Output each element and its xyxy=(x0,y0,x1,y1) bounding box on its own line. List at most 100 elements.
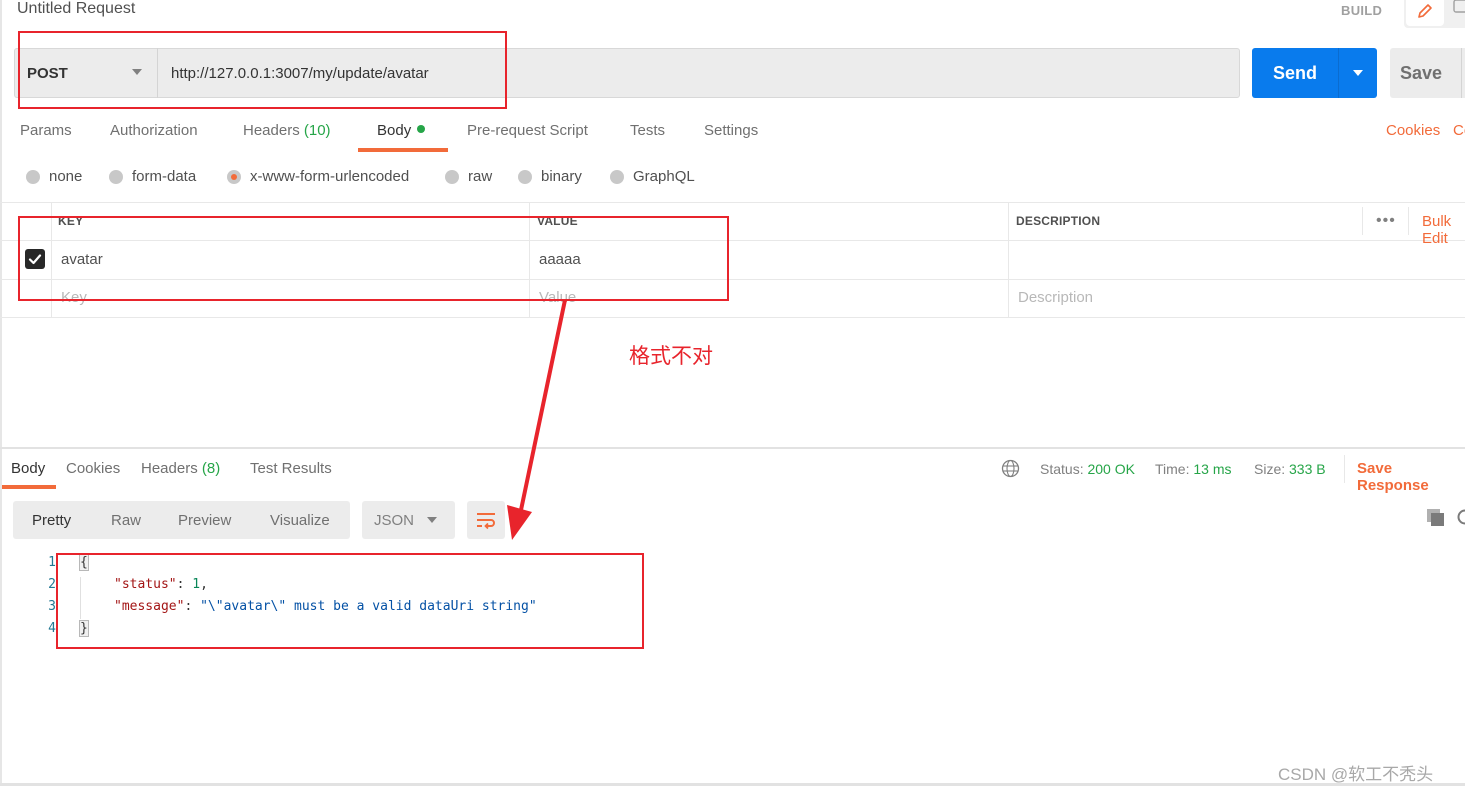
pencil-icon xyxy=(1418,4,1432,18)
active-tab-underline xyxy=(358,148,448,152)
line-number: 3 xyxy=(48,599,56,614)
tab-label: Params xyxy=(20,122,72,139)
radio-circle-selected xyxy=(227,169,241,184)
build-mode-label: BUILD xyxy=(1341,3,1383,18)
comment-mode-button[interactable] xyxy=(1452,0,1465,22)
column-divider xyxy=(1362,207,1363,235)
annotation-box-response xyxy=(56,553,644,649)
wrap-lines-icon xyxy=(477,513,495,530)
chevron-down-icon xyxy=(1353,70,1363,76)
radio-label: form-data xyxy=(132,168,197,185)
line-number: 2 xyxy=(48,577,56,592)
headers-count: (10) xyxy=(303,122,331,139)
radio-label: GraphQL xyxy=(633,168,695,185)
tab-headers[interactable]: Headers (10) xyxy=(243,122,331,139)
line-number: 4 xyxy=(48,621,56,636)
bottom-border xyxy=(0,783,1465,786)
line-number: 1 xyxy=(48,555,56,570)
time-value: 13 ms xyxy=(1193,461,1232,477)
response-time: Time: 13 ms xyxy=(1155,461,1232,477)
tab-pre-request-script[interactable]: Pre-request Script xyxy=(467,122,588,139)
radio-label: none xyxy=(49,168,83,185)
tab-label: Cookies xyxy=(66,460,121,477)
radio-circle xyxy=(26,169,40,184)
tab-label: Body xyxy=(11,460,46,477)
comment-icon xyxy=(1453,0,1465,13)
watermark: CSDN @软工不秃头 xyxy=(1278,765,1434,784)
headers-count: (8) xyxy=(201,460,221,477)
format-select[interactable]: JSON xyxy=(362,501,455,539)
radio-circle xyxy=(109,169,123,184)
view-preview-button[interactable]: Preview xyxy=(178,501,231,539)
response-tab-headers[interactable]: Headers (8) xyxy=(141,460,220,477)
annotation-box-params xyxy=(18,216,729,301)
new-description-input[interactable]: Description xyxy=(1018,289,1093,306)
send-options-button[interactable] xyxy=(1339,48,1377,98)
tab-label: Tests xyxy=(630,122,666,139)
radio-none[interactable]: none xyxy=(26,168,82,185)
radio-label: binary xyxy=(541,168,582,185)
active-tab-underline xyxy=(2,485,56,489)
view-raw-button[interactable]: Raw xyxy=(111,501,141,539)
search-icon[interactable] xyxy=(1456,508,1465,531)
tab-tests[interactable]: Tests xyxy=(630,122,665,139)
radio-circle xyxy=(518,169,532,184)
chevron-down-icon xyxy=(427,517,437,523)
tab-label: Headers xyxy=(141,460,198,477)
tab-label: Pre-request Script xyxy=(467,122,588,139)
tab-settings[interactable]: Settings xyxy=(704,122,758,139)
response-tab-cookies[interactable]: Cookies xyxy=(66,460,120,477)
wrap-lines-button[interactable] xyxy=(467,501,505,539)
response-status: Status: 200 OK xyxy=(1040,461,1135,477)
globe-icon[interactable] xyxy=(1001,459,1020,481)
copy-icon[interactable] xyxy=(1426,508,1446,531)
radio-circle xyxy=(610,169,624,184)
radio-label: raw xyxy=(468,168,493,185)
status-value: 200 OK xyxy=(1087,461,1135,477)
more-options-button[interactable]: ••• xyxy=(1376,212,1396,230)
tab-label: Test Results xyxy=(250,460,332,477)
tab-body[interactable]: Body xyxy=(377,122,426,139)
response-tab-test-results[interactable]: Test Results xyxy=(250,460,332,477)
view-pretty-button[interactable]: Pretty xyxy=(32,501,71,539)
annotation-arrow-icon xyxy=(507,299,567,540)
column-divider xyxy=(1408,207,1409,235)
send-button[interactable]: Send xyxy=(1252,48,1338,98)
format-value: JSON xyxy=(374,511,415,529)
radio-form-data[interactable]: form-data xyxy=(109,168,196,185)
column-divider xyxy=(1008,202,1009,317)
tab-label: Authorization xyxy=(110,122,198,139)
response-tab-body[interactable]: Body xyxy=(11,460,45,477)
status-label: Status: xyxy=(1040,461,1084,477)
left-border xyxy=(0,0,2,785)
size-label: Size: xyxy=(1254,461,1286,477)
table-top-border xyxy=(0,202,1465,203)
radio-graphql[interactable]: GraphQL xyxy=(610,168,695,185)
column-header-description: DESCRIPTION xyxy=(1016,214,1101,228)
radio-label: x-www-form-urlencoded xyxy=(250,168,410,185)
code-link[interactable]: Code xyxy=(1453,122,1465,139)
tab-label: Headers xyxy=(243,122,300,139)
request-title[interactable]: Untitled Request xyxy=(17,0,135,18)
save-divider xyxy=(1461,48,1462,98)
bulk-edit-link[interactable]: Bulk Edit xyxy=(1422,213,1465,247)
save-response-button[interactable]: Save Response xyxy=(1357,460,1465,494)
annotation-note: 格式不对 xyxy=(629,345,713,368)
radio-binary[interactable]: binary xyxy=(518,168,582,185)
view-visualize-button[interactable]: Visualize xyxy=(270,501,330,539)
save-button[interactable]: Save xyxy=(1390,48,1465,98)
annotation-box-url xyxy=(18,31,507,109)
response-size: Size: 333 B xyxy=(1254,461,1326,477)
table-bottom-border xyxy=(0,317,1465,318)
edit-mode-button[interactable] xyxy=(1406,0,1444,26)
radio-x-www-form-urlencoded[interactable]: x-www-form-urlencoded xyxy=(227,168,409,185)
radio-circle xyxy=(445,169,459,184)
tab-label: Settings xyxy=(704,122,759,139)
tab-authorization[interactable]: Authorization xyxy=(110,122,198,139)
cookies-link[interactable]: Cookies xyxy=(1386,122,1440,139)
tab-params[interactable]: Params xyxy=(20,122,72,139)
pane-divider[interactable] xyxy=(0,447,1465,449)
radio-raw[interactable]: raw xyxy=(445,168,492,185)
tab-label: Body xyxy=(377,122,412,139)
meta-divider xyxy=(1344,455,1345,483)
